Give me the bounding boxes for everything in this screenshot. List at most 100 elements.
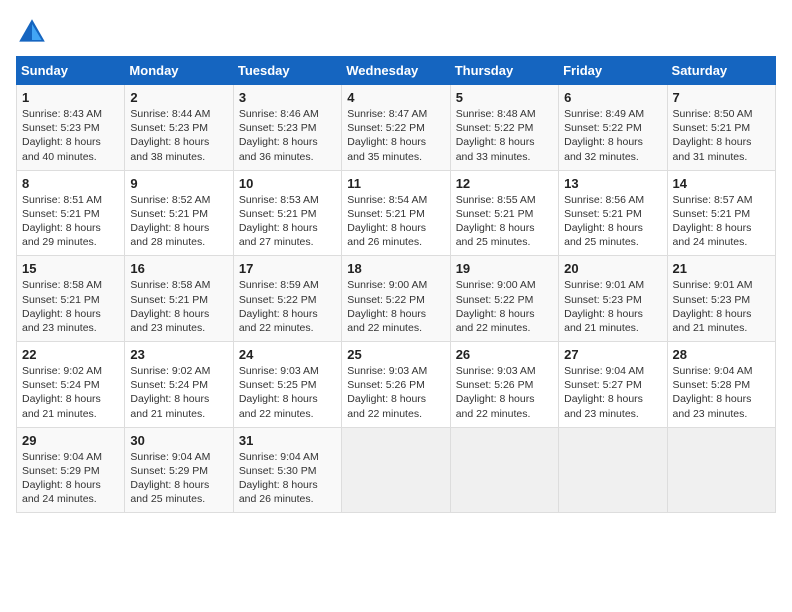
calendar-cell: 9 Sunrise: 8:52 AMSunset: 5:21 PMDaylight… (125, 170, 233, 256)
day-info: Sunrise: 9:04 AMSunset: 5:29 PMDaylight:… (130, 450, 227, 507)
calendar-cell: 27Sunrise: 9:04 AMSunset: 5:27 PMDayligh… (559, 342, 667, 428)
day-number: 31 (239, 433, 336, 448)
calendar-cell: 11 Sunrise: 8:54 AMSunset: 5:21 PMDayligh… (342, 170, 450, 256)
day-number: 4 (347, 90, 444, 105)
calendar-cell: 24 Sunrise: 9:03 AMSunset: 5:25 PMDayligh… (233, 342, 341, 428)
calendar-cell: 4 Sunrise: 8:47 AMSunset: 5:22 PMDaylight… (342, 85, 450, 171)
weekday-header-row: SundayMondayTuesdayWednesdayThursdayFrid… (17, 57, 776, 85)
calendar-week-row: 1 Sunrise: 8:43 AMSunset: 5:23 PMDaylight… (17, 85, 776, 171)
day-number: 17 (239, 261, 336, 276)
weekday-header: Sunday (17, 57, 125, 85)
day-info: Sunrise: 9:03 AMSunset: 5:25 PMDaylight:… (239, 364, 336, 421)
day-info: Sunrise: 8:49 AMSunset: 5:22 PMDaylight:… (564, 107, 661, 164)
calendar-cell: 2 Sunrise: 8:44 AMSunset: 5:23 PMDaylight… (125, 85, 233, 171)
day-number: 12 (456, 176, 553, 191)
calendar-cell: 28 Sunrise: 9:04 AMSunset: 5:28 PMDayligh… (667, 342, 775, 428)
calendar-cell: 10 Sunrise: 8:53 AMSunset: 5:21 PMDayligh… (233, 170, 341, 256)
calendar-week-row: 8 Sunrise: 8:51 AMSunset: 5:21 PMDaylight… (17, 170, 776, 256)
calendar-cell (342, 427, 450, 513)
weekday-header: Wednesday (342, 57, 450, 85)
day-info: Sunrise: 8:43 AMSunset: 5:23 PMDaylight:… (22, 107, 119, 164)
day-number: 19 (456, 261, 553, 276)
day-info: Sunrise: 8:50 AMSunset: 5:21 PMDaylight:… (673, 107, 770, 164)
day-info: Sunrise: 9:01 AMSunset: 5:23 PMDaylight:… (564, 278, 661, 335)
day-number: 18 (347, 261, 444, 276)
day-info: Sunrise: 9:00 AMSunset: 5:22 PMDaylight:… (456, 278, 553, 335)
day-number: 10 (239, 176, 336, 191)
day-info: Sunrise: 8:57 AMSunset: 5:21 PMDaylight:… (673, 193, 770, 250)
day-info: Sunrise: 9:02 AMSunset: 5:24 PMDaylight:… (130, 364, 227, 421)
page-header (16, 16, 776, 48)
day-number: 11 (347, 176, 444, 191)
calendar-cell: 15 Sunrise: 8:58 AMSunset: 5:21 PMDayligh… (17, 256, 125, 342)
weekday-header: Friday (559, 57, 667, 85)
day-number: 1 (22, 90, 119, 105)
calendar-cell: 17 Sunrise: 8:59 AMSunset: 5:22 PMDayligh… (233, 256, 341, 342)
calendar-table: SundayMondayTuesdayWednesdayThursdayFrid… (16, 56, 776, 513)
day-number: 26 (456, 347, 553, 362)
logo-icon (16, 16, 48, 48)
day-info: Sunrise: 9:04 AMSunset: 5:28 PMDaylight:… (673, 364, 770, 421)
day-number: 23 (130, 347, 227, 362)
calendar-cell: 31 Sunrise: 9:04 AMSunset: 5:30 PMDayligh… (233, 427, 341, 513)
calendar-cell: 18 Sunrise: 9:00 AMSunset: 5:22 PMDayligh… (342, 256, 450, 342)
day-number: 30 (130, 433, 227, 448)
day-info: Sunrise: 8:58 AMSunset: 5:21 PMDaylight:… (22, 278, 119, 335)
day-number: 2 (130, 90, 227, 105)
calendar-cell: 3Sunrise: 8:46 AMSunset: 5:23 PMDaylight… (233, 85, 341, 171)
day-number: 5 (456, 90, 553, 105)
day-number: 21 (673, 261, 770, 276)
calendar-cell: 5 Sunrise: 8:48 AMSunset: 5:22 PMDaylight… (450, 85, 558, 171)
calendar-cell: 30 Sunrise: 9:04 AMSunset: 5:29 PMDayligh… (125, 427, 233, 513)
day-info: Sunrise: 8:51 AMSunset: 5:21 PMDaylight:… (22, 193, 119, 250)
day-number: 27 (564, 347, 661, 362)
day-number: 16 (130, 261, 227, 276)
calendar-cell: 21 Sunrise: 9:01 AMSunset: 5:23 PMDayligh… (667, 256, 775, 342)
day-info: Sunrise: 8:59 AMSunset: 5:22 PMDaylight:… (239, 278, 336, 335)
day-info: Sunrise: 9:03 AMSunset: 5:26 PMDaylight:… (347, 364, 444, 421)
calendar-cell: 12 Sunrise: 8:55 AMSunset: 5:21 PMDayligh… (450, 170, 558, 256)
weekday-header: Tuesday (233, 57, 341, 85)
day-info: Sunrise: 8:52 AMSunset: 5:21 PMDaylight:… (130, 193, 227, 250)
day-number: 24 (239, 347, 336, 362)
calendar-week-row: 29 Sunrise: 9:04 AMSunset: 5:29 PMDayligh… (17, 427, 776, 513)
calendar-cell: 22Sunrise: 9:02 AMSunset: 5:24 PMDayligh… (17, 342, 125, 428)
day-info: Sunrise: 9:01 AMSunset: 5:23 PMDaylight:… (673, 278, 770, 335)
calendar-cell: 7 Sunrise: 8:50 AMSunset: 5:21 PMDaylight… (667, 85, 775, 171)
day-info: Sunrise: 8:55 AMSunset: 5:21 PMDaylight:… (456, 193, 553, 250)
calendar-cell: 6 Sunrise: 8:49 AMSunset: 5:22 PMDaylight… (559, 85, 667, 171)
day-info: Sunrise: 9:02 AMSunset: 5:24 PMDaylight:… (22, 364, 119, 421)
day-number: 13 (564, 176, 661, 191)
day-info: Sunrise: 8:48 AMSunset: 5:22 PMDaylight:… (456, 107, 553, 164)
day-number: 28 (673, 347, 770, 362)
day-info: Sunrise: 8:44 AMSunset: 5:23 PMDaylight:… (130, 107, 227, 164)
weekday-header: Saturday (667, 57, 775, 85)
day-number: 29 (22, 433, 119, 448)
day-info: Sunrise: 8:47 AMSunset: 5:22 PMDaylight:… (347, 107, 444, 164)
calendar-cell: 16 Sunrise: 8:58 AMSunset: 5:21 PMDayligh… (125, 256, 233, 342)
day-info: Sunrise: 8:53 AMSunset: 5:21 PMDaylight:… (239, 193, 336, 250)
calendar-week-row: 22Sunrise: 9:02 AMSunset: 5:24 PMDayligh… (17, 342, 776, 428)
calendar-cell (450, 427, 558, 513)
calendar-week-row: 15 Sunrise: 8:58 AMSunset: 5:21 PMDayligh… (17, 256, 776, 342)
day-number: 9 (130, 176, 227, 191)
day-info: Sunrise: 9:00 AMSunset: 5:22 PMDaylight:… (347, 278, 444, 335)
calendar-cell (667, 427, 775, 513)
day-info: Sunrise: 8:58 AMSunset: 5:21 PMDaylight:… (130, 278, 227, 335)
day-number: 6 (564, 90, 661, 105)
day-info: Sunrise: 9:04 AMSunset: 5:29 PMDaylight:… (22, 450, 119, 507)
calendar-cell: 8 Sunrise: 8:51 AMSunset: 5:21 PMDaylight… (17, 170, 125, 256)
day-info: Sunrise: 9:04 AMSunset: 5:30 PMDaylight:… (239, 450, 336, 507)
day-info: Sunrise: 8:54 AMSunset: 5:21 PMDaylight:… (347, 193, 444, 250)
weekday-header: Thursday (450, 57, 558, 85)
day-number: 3 (239, 90, 336, 105)
day-number: 8 (22, 176, 119, 191)
day-number: 15 (22, 261, 119, 276)
day-info: Sunrise: 8:56 AMSunset: 5:21 PMDaylight:… (564, 193, 661, 250)
calendar-cell: 23 Sunrise: 9:02 AMSunset: 5:24 PMDayligh… (125, 342, 233, 428)
calendar-cell (559, 427, 667, 513)
calendar-cell: 19 Sunrise: 9:00 AMSunset: 5:22 PMDayligh… (450, 256, 558, 342)
calendar-cell: 1 Sunrise: 8:43 AMSunset: 5:23 PMDaylight… (17, 85, 125, 171)
day-number: 7 (673, 90, 770, 105)
day-info: Sunrise: 9:03 AMSunset: 5:26 PMDaylight:… (456, 364, 553, 421)
